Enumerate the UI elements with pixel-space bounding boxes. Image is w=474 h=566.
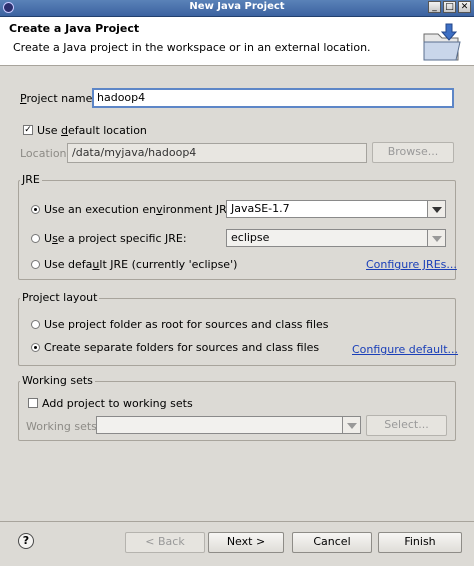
execution-environment-label[interactable]: Use an execution environment JRE: [44, 203, 237, 216]
eclipse-app-icon[interactable] [3, 2, 14, 13]
default-jre-label[interactable]: Use default JRE (currently 'eclipse') [44, 258, 237, 271]
use-default-location-label[interactable]: Use default location [37, 124, 147, 137]
close-window-icon[interactable]: ✕ [458, 1, 471, 13]
jre-group-title: JRE [20, 173, 42, 186]
working-sets-select[interactable] [96, 416, 361, 434]
default-jre-radio[interactable] [31, 260, 40, 269]
select-working-sets-button[interactable]: Select... [366, 415, 447, 436]
working-sets-group-title: Working sets [20, 374, 95, 387]
project-folder-root-radio[interactable] [31, 320, 40, 329]
next-button[interactable]: Next > [208, 532, 284, 553]
maximize-window-icon[interactable]: □ [443, 1, 456, 13]
use-default-location-checkbox[interactable]: ✓ [23, 125, 33, 135]
wizard-title: Create a Java Project [9, 22, 140, 35]
execution-environment-value: JavaSE-1.7 [231, 202, 290, 215]
project-specific-jre-select[interactable]: eclipse [226, 229, 446, 247]
cancel-button[interactable]: Cancel [292, 532, 372, 553]
separate-folders-label[interactable]: Create separate folders for sources and … [44, 341, 319, 354]
execution-environment-select[interactable]: JavaSE-1.7 [226, 200, 446, 218]
project-name-input[interactable]: hadoop4 [92, 88, 454, 108]
window-title: New Java Project [189, 1, 285, 12]
configure-jres-link[interactable]: Configure JREs... [366, 258, 457, 271]
project-name-label: Project name: [20, 92, 97, 105]
configure-default-link[interactable]: Configure default... [352, 343, 458, 356]
wizard-description: Create a Java project in the workspace o… [13, 41, 371, 54]
new-java-project-banner-icon [423, 23, 461, 61]
back-button[interactable]: < Back [125, 532, 205, 553]
footer-separator [0, 521, 474, 522]
minimize-window-icon[interactable]: _ [428, 1, 441, 13]
project-layout-group-title: Project layout [20, 291, 100, 304]
browse-button[interactable]: Browse... [372, 142, 454, 163]
project-specific-jre-value: eclipse [231, 231, 270, 244]
execution-environment-radio[interactable] [31, 205, 40, 214]
location-input[interactable]: /data/myjava/hadoop4 [67, 143, 367, 163]
chevron-down-icon[interactable] [427, 230, 445, 246]
project-folder-root-label[interactable]: Use project folder as root for sources a… [44, 318, 329, 331]
help-icon[interactable]: ? [18, 533, 34, 549]
chevron-down-icon[interactable] [427, 201, 445, 217]
project-specific-jre-label[interactable]: Use a project specific JRE: [44, 232, 187, 245]
add-to-working-sets-label[interactable]: Add project to working sets [42, 397, 193, 410]
chevron-down-icon[interactable] [342, 417, 360, 433]
working-sets-label: Working sets: [26, 420, 101, 433]
add-to-working-sets-checkbox[interactable] [28, 398, 38, 408]
location-label: Location: [20, 147, 71, 160]
project-specific-jre-radio[interactable] [31, 234, 40, 243]
window-title-bar[interactable]: New Java Project [0, 0, 474, 17]
finish-button[interactable]: Finish [378, 532, 462, 553]
separate-folders-radio[interactable] [31, 343, 40, 352]
